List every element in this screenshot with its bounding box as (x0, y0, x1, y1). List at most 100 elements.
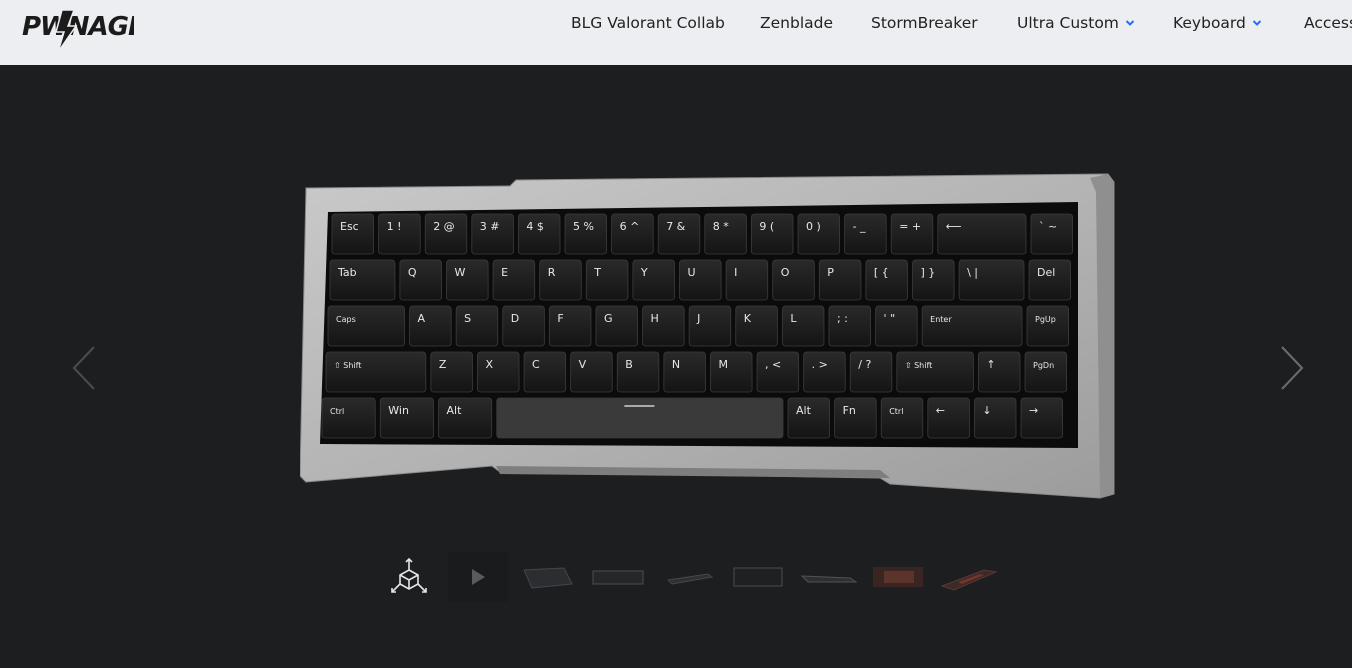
keycap: 4 $ (517, 213, 561, 255)
thumbnail-image[interactable] (662, 552, 718, 602)
keycap-label: ⇧ Shift (905, 361, 932, 370)
keycap: 0 ) (797, 213, 840, 255)
keycap: 1 ! (378, 213, 421, 255)
keycap-label: / ? (858, 358, 871, 371)
keycap-label: Del (1037, 266, 1055, 279)
keyboard-angle-icon (523, 567, 573, 589)
keycap-label: K (744, 312, 752, 325)
keycap-label: W (455, 266, 466, 279)
pwnage-logo[interactable]: PWNAGE (22, 2, 134, 54)
gallery-next-button[interactable] (1278, 345, 1306, 396)
keycap-label: Caps (336, 315, 356, 324)
keycap: [ { (865, 259, 908, 301)
keycap: ← (927, 397, 970, 439)
keycap: V (570, 351, 613, 393)
nav-item-keyboard[interactable]: Keyboard (1173, 14, 1262, 32)
thumbnail-3d-view[interactable] (384, 552, 434, 602)
keycap: 2 @ (424, 213, 468, 255)
keycap: U (679, 259, 722, 301)
keycap: K (735, 305, 778, 347)
keycap: 7 & (657, 213, 701, 255)
nav-item-label: Keyboard (1173, 14, 1246, 32)
keycap: O (772, 259, 815, 301)
thumbnail-image[interactable] (520, 552, 576, 602)
keycap: Win (379, 397, 434, 439)
keycap (496, 397, 784, 439)
keycap-label: N (672, 358, 680, 371)
keycap: Ctrl (321, 397, 376, 439)
keycap: D (502, 305, 545, 347)
chevron-down-icon (1252, 20, 1262, 26)
chevron-right-icon (1281, 346, 1304, 390)
nav-item-stormbreaker[interactable]: StormBreaker (871, 14, 978, 32)
keycap: Alt (787, 397, 830, 439)
keycap: G (595, 305, 638, 347)
keycap-label: 9 ( (759, 220, 774, 233)
keycap-label: O (781, 266, 790, 279)
keycap: B (616, 351, 660, 393)
keycap: ⇧ Shift (896, 351, 974, 393)
thumbnail-image[interactable] (730, 552, 786, 602)
keycap-label: ` ~ (1039, 220, 1057, 233)
keyboard-front-icon (592, 570, 644, 585)
keycap-label: G (604, 312, 613, 325)
keycap: A (409, 305, 452, 347)
keycap-label: F (557, 312, 563, 325)
nav-item-access[interactable]: Access (1304, 14, 1352, 32)
keycap: S (455, 305, 499, 347)
nav-item-label: Access (1304, 14, 1352, 32)
keycap: M (710, 351, 753, 393)
gallery-thumbnails (0, 552, 1352, 604)
keycap-label: Q (408, 266, 417, 279)
keycap-label: 5 % (573, 220, 594, 233)
keycap: ↑ (978, 351, 1021, 393)
keycap-label: 6 ^ (620, 220, 640, 233)
nav-item-ultra-custom[interactable]: Ultra Custom (1017, 14, 1135, 32)
keycap: R (539, 259, 582, 301)
nav-item-label: Zenblade (760, 14, 833, 32)
keycap: L (781, 305, 825, 347)
keycap-label: ⇧ Shift (334, 361, 361, 370)
keycap: Del (1028, 259, 1071, 301)
keycap-label: - _ (853, 220, 866, 233)
keycap-label: Ctrl (889, 407, 903, 416)
thumbnail-video[interactable] (448, 552, 508, 602)
chevron-left-icon (72, 346, 95, 390)
keycap-label: ↑ (986, 358, 995, 371)
keycap-label: ⟵ (946, 220, 962, 233)
thumbnail-image[interactable] (940, 552, 998, 602)
thumbnail-image[interactable] (870, 552, 926, 602)
keyboard-low-icon (800, 575, 858, 583)
nav-item-label: BLG Valorant Collab (571, 14, 725, 32)
keycap: Q (399, 259, 442, 301)
thumbnail-image[interactable] (590, 552, 646, 602)
keycap-label: Ctrl (330, 407, 344, 416)
keyboard-red-icon (873, 567, 923, 587)
nav-item-zenblade[interactable]: Zenblade (760, 14, 833, 32)
keycap: ↓ (974, 397, 1017, 439)
keycap-label: Win (388, 404, 409, 417)
keycap-label: Tab (337, 266, 357, 279)
keycap-label: Fn (843, 404, 856, 417)
keycap-label: U (688, 266, 696, 279)
keycap: Esc (331, 213, 374, 255)
keycap: . > (803, 351, 846, 393)
keycap-label: V (579, 358, 587, 371)
keycap: J (688, 305, 732, 347)
keycap-label: M (718, 358, 728, 371)
keycap-label: A (418, 312, 426, 325)
keycap-label: H (651, 312, 659, 325)
keycap-label: [ { (874, 266, 889, 279)
keycap-label: X (485, 358, 493, 371)
keycap: ' " (875, 305, 918, 347)
gallery-prev-button[interactable] (70, 345, 98, 396)
keycap: C (523, 351, 567, 393)
keycap-label: Enter (930, 315, 952, 324)
keycap: Ctrl (880, 397, 924, 439)
keycap-label: E (501, 266, 508, 279)
keycap-label: Alt (796, 404, 812, 417)
keycap-label: 8 * (713, 220, 729, 233)
nav-item-blg-valorant-collab[interactable]: BLG Valorant Collab (571, 14, 725, 32)
keycap-label: Y (640, 266, 648, 279)
thumbnail-image[interactable] (800, 552, 858, 602)
